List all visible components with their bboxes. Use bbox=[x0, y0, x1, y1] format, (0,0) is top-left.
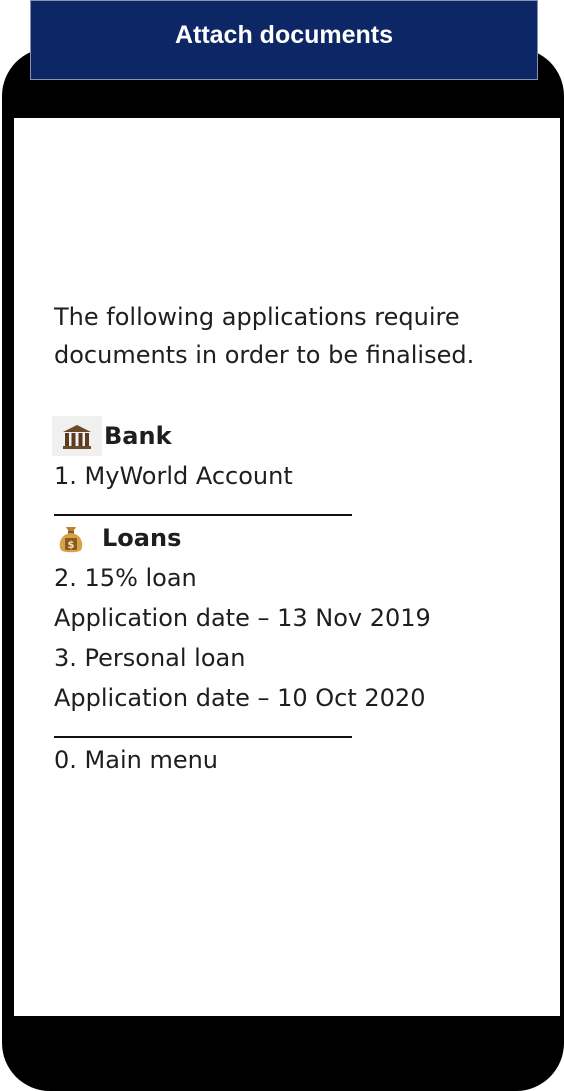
application-date-1: Application date – 13 Nov 2019 bbox=[54, 604, 431, 632]
menu-option-2[interactable]: 2. 15% loan bbox=[54, 558, 554, 598]
menu-option-1[interactable]: 1. MyWorld Account bbox=[54, 456, 554, 496]
phone-screen: The following applications require docum… bbox=[14, 118, 560, 1016]
page: The following applications require docum… bbox=[0, 0, 564, 1091]
money-bag-icon: $ bbox=[54, 521, 88, 555]
menu-option-0[interactable]: 0. Main menu bbox=[54, 740, 554, 780]
bank-icon bbox=[52, 416, 102, 456]
ussd-message: The following applications require docum… bbox=[52, 298, 554, 780]
divider bbox=[54, 736, 352, 738]
application-date-2: Application date – 10 Oct 2020 bbox=[54, 684, 426, 712]
section-loans-heading: Loans bbox=[102, 524, 182, 552]
intro-text: The following applications require docum… bbox=[54, 303, 475, 369]
menu-option-3[interactable]: 3. Personal loan bbox=[54, 638, 554, 678]
section-bank: Bank bbox=[52, 416, 554, 456]
divider bbox=[54, 514, 352, 516]
section-bank-heading: Bank bbox=[104, 422, 172, 450]
phone-frame: The following applications require docum… bbox=[2, 48, 564, 1091]
svg-text:$: $ bbox=[68, 540, 75, 551]
section-loans: $ Loans bbox=[54, 518, 554, 558]
header-banner: Attach documents bbox=[30, 0, 538, 80]
page-title: Attach documents bbox=[174, 21, 394, 49]
